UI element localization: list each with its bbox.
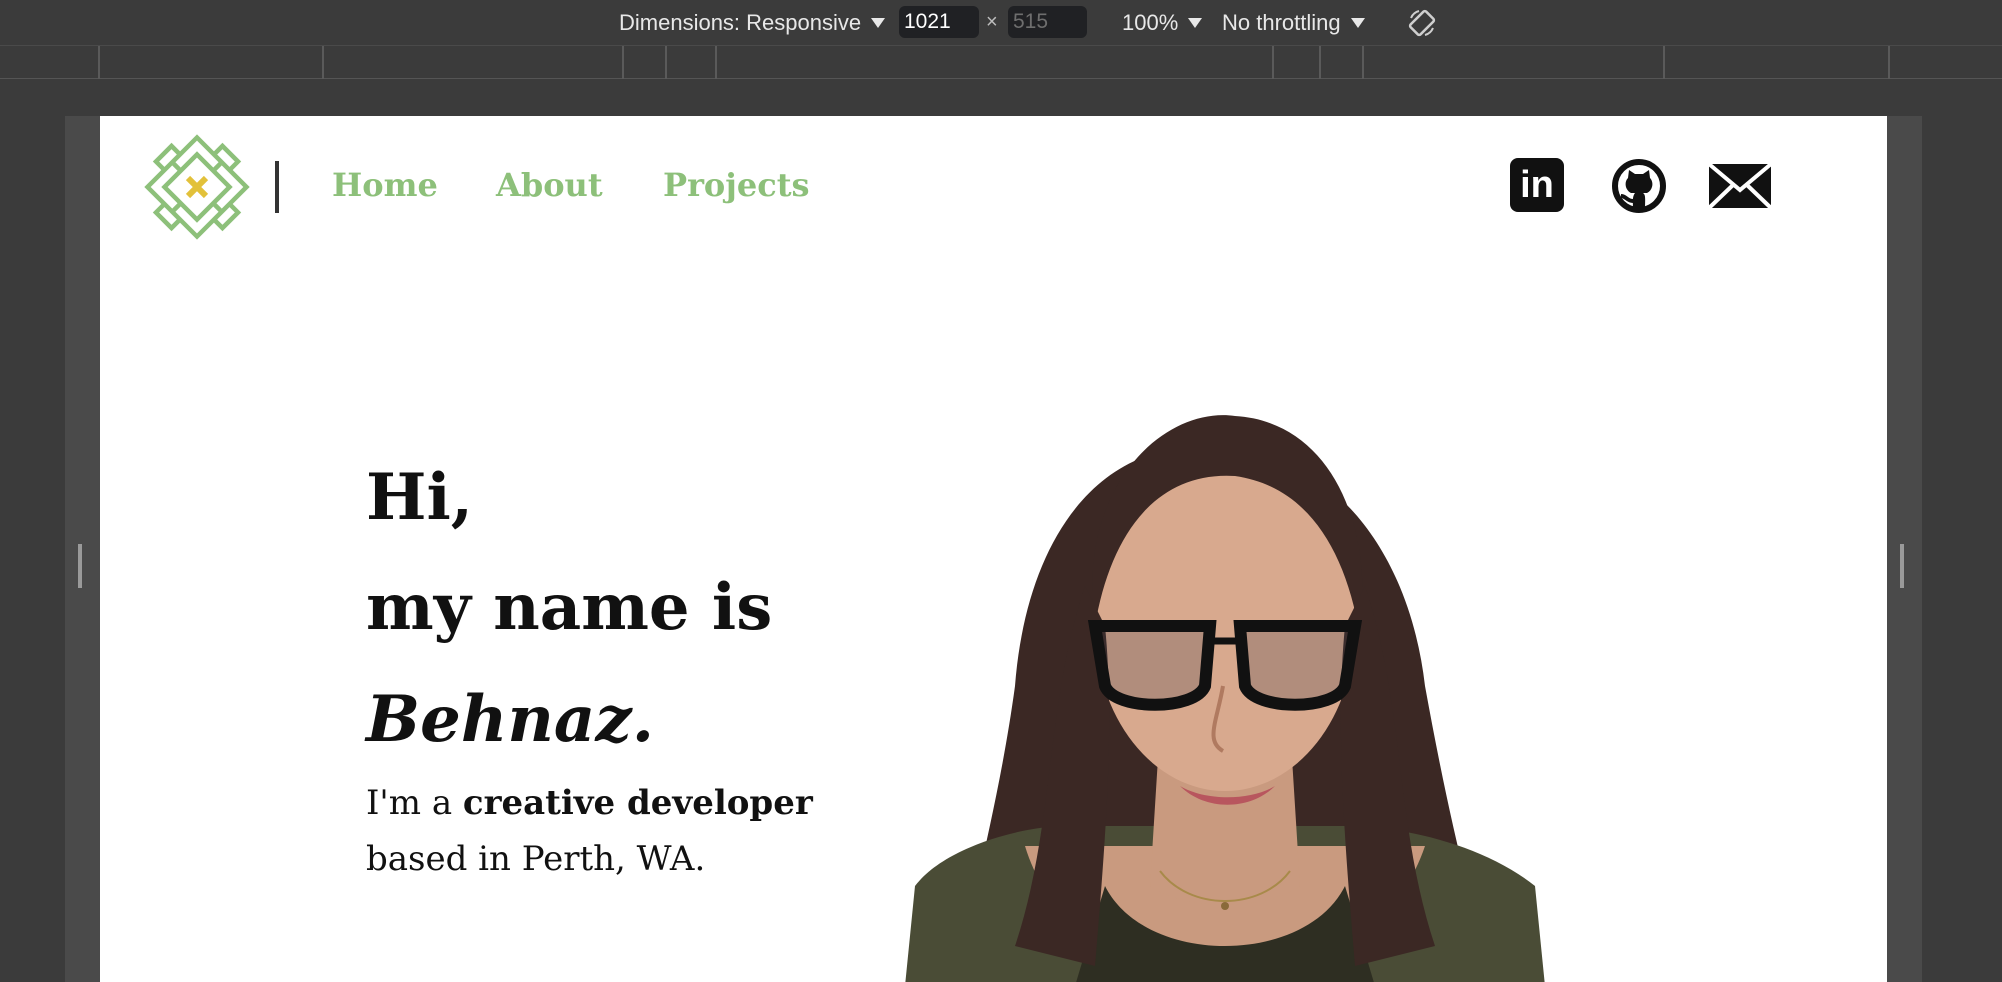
ruler-tick [622, 46, 624, 79]
ruler-tick [1272, 46, 1274, 79]
rotate-button[interactable] [1405, 0, 1439, 45]
linkedin-icon[interactable]: in [1510, 158, 1566, 214]
ruler-tick [715, 46, 717, 79]
rotate-icon [1408, 9, 1436, 36]
zoom-label: 100% [1122, 9, 1179, 35]
right-resize-gutter [1887, 116, 1922, 982]
media-query-ruler [0, 45, 2002, 79]
github-icon[interactable] [1611, 158, 1667, 214]
dimensions-dropdown[interactable]: Dimensions: Responsive [619, 0, 886, 45]
nav-about[interactable]: About [496, 166, 603, 204]
ruler-tick [1663, 46, 1665, 79]
width-input[interactable]: 1021 [899, 6, 979, 38]
hero-subtitle-line1: I'm a creative developer [366, 786, 813, 820]
ruler-tick [98, 46, 100, 79]
ruler-tick [1362, 46, 1364, 79]
logo-divider [275, 161, 279, 213]
devtools-device-toolbar: Dimensions: Responsive 1021 × 515 100% N… [0, 0, 2002, 45]
left-resize-gutter [65, 116, 100, 982]
throttling-dropdown[interactable]: No throttling [1222, 0, 1365, 45]
subtitle-role: creative developer [462, 783, 813, 823]
ruler-tick [322, 46, 324, 79]
subtitle-prefix: I'm a [366, 783, 463, 823]
chevron-down-icon [1350, 17, 1365, 28]
height-input[interactable]: 515 [1008, 6, 1087, 38]
chevron-down-icon [1188, 17, 1203, 28]
mail-icon[interactable] [1706, 158, 1774, 214]
zoom-dropdown[interactable]: 100% [1122, 0, 1203, 45]
nav-home[interactable]: Home [332, 166, 438, 204]
page-viewport: Home About Projects in Hi, my name is Be… [100, 116, 1887, 982]
chevron-down-icon [871, 17, 886, 28]
left-resize-handle[interactable] [78, 544, 82, 588]
nav-projects[interactable]: Projects [663, 166, 809, 204]
throttling-label: No throttling [1222, 9, 1341, 35]
hero-intro: my name is [366, 570, 773, 645]
times-separator: × [986, 11, 998, 33]
ruler-tick [1319, 46, 1321, 79]
right-resize-handle[interactable] [1900, 544, 1904, 588]
ruler-tick [1888, 46, 1890, 79]
ruler-tick [665, 46, 667, 79]
hero-subtitle-line2: based in Perth, WA. [366, 839, 706, 879]
linkedin-text: in [1510, 158, 1564, 212]
profile-photo [905, 415, 1545, 982]
knot-logo-icon[interactable] [136, 126, 258, 248]
hero-name: Behnaz. [366, 682, 654, 757]
hero-greeting: Hi, [366, 460, 474, 535]
dimensions-label: Dimensions: Responsive [619, 9, 862, 35]
